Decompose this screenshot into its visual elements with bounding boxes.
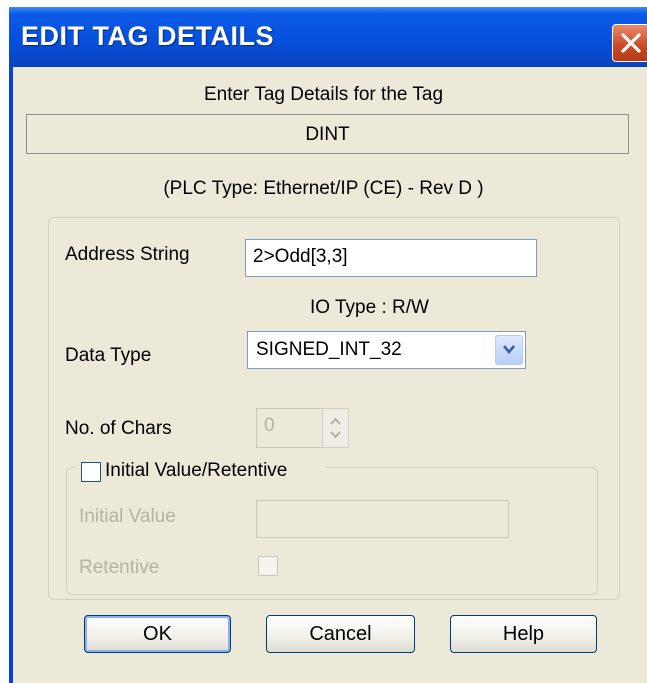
num-chars-stepper: [322, 408, 349, 448]
address-string-input[interactable]: 2>Odd[3,3]: [245, 239, 537, 277]
data-type-select[interactable]: SIGNED_INT_32: [247, 331, 526, 369]
num-chars-label: No. of Chars: [65, 418, 172, 439]
retentive-checkbox: [258, 556, 278, 576]
ok-button[interactable]: OK: [84, 615, 231, 653]
io-type-label: IO Type : R/W: [310, 297, 429, 318]
tag-details-prompt: Enter Tag Details for the Tag: [203, 84, 444, 105]
stepper-arrows-icon: [330, 417, 341, 439]
tag-type-box: DINT: [26, 114, 629, 154]
dropdown-button[interactable]: [495, 335, 523, 365]
close-icon: [621, 33, 641, 53]
initial-value-checkbox[interactable]: [81, 462, 101, 482]
window-title: EDIT TAG DETAILS: [21, 21, 274, 51]
tag-type-label: DINT: [305, 124, 350, 145]
initial-value-group-label: Initial Value/Retentive: [105, 460, 288, 481]
chevron-down-icon: [503, 345, 515, 355]
initial-value-input: [256, 500, 509, 538]
num-chars-input: 0: [256, 408, 324, 448]
address-string-label: Address String: [65, 244, 190, 265]
retentive-label: Retentive: [79, 557, 160, 578]
data-type-label: Data Type: [65, 345, 152, 366]
data-type-selected: SIGNED_INT_32: [256, 339, 402, 360]
help-button[interactable]: Help: [450, 615, 597, 653]
cancel-button[interactable]: Cancel: [266, 615, 415, 653]
title-bar[interactable]: EDIT TAG DETAILS: [9, 7, 647, 67]
close-button[interactable]: [612, 24, 647, 62]
initial-value-label: Initial Value: [79, 506, 176, 527]
plc-type-info: (PLC Type: Ethernet/IP (CE) - Rev D ): [163, 178, 484, 199]
